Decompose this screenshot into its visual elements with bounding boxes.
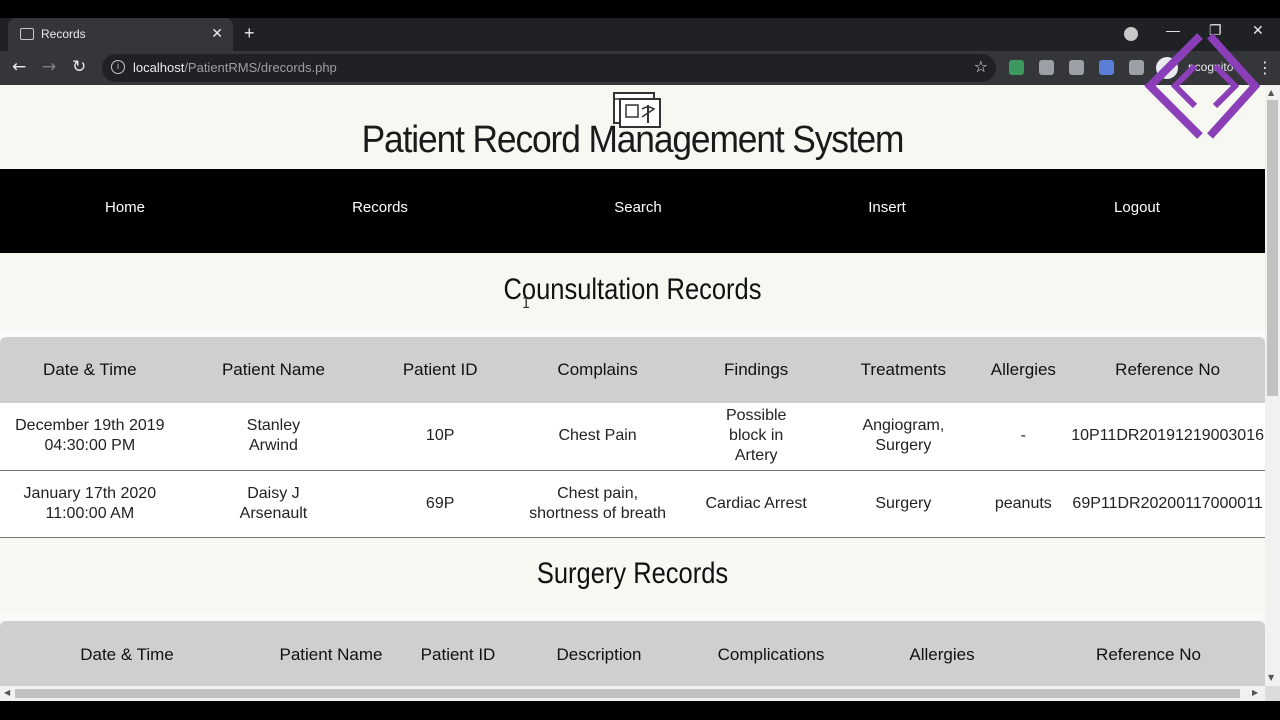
column-header: Allergies (976, 337, 1071, 403)
nav-logout[interactable]: Logout (1114, 199, 1160, 216)
vertical-scroll-thumb[interactable] (1267, 100, 1278, 396)
surgery-title: Surgery Records (536, 557, 729, 590)
table-cell: January 17th 2020 11:00:00 AM (0, 470, 180, 538)
pen-icon[interactable] (1099, 60, 1114, 75)
title-bar (0, 0, 1280, 18)
camera-icon[interactable] (1039, 60, 1054, 75)
column-header: Patient ID (367, 337, 514, 403)
scroll-down-icon[interactable]: ▼ (1268, 673, 1274, 682)
scroll-left-icon[interactable]: ◀ (4, 688, 10, 697)
browser-tab[interactable]: Records ✕ (8, 18, 233, 51)
column-header: Reference No (1032, 621, 1265, 686)
column-header: Date & Time (0, 337, 180, 403)
table-cell: 69P (367, 470, 514, 538)
table-cell: 10P11DR20191219003016 (1070, 403, 1265, 471)
column-header: Patient ID (408, 621, 508, 686)
table-cell: Surgery (830, 470, 977, 538)
column-header: Treatments (830, 337, 977, 403)
column-header: Allergies (852, 621, 1032, 686)
browser-chrome: Records ✕ + — ❐ ✕ ← → ↻ i localhost/Pati… (0, 0, 1280, 85)
table-cell: Chest Pain (513, 403, 683, 471)
consultation-table: Date & Time Patient Name Patient ID Comp… (0, 337, 1265, 538)
url-host: localhost (133, 60, 185, 75)
table-cell: peanuts (976, 470, 1071, 538)
section-divider (0, 614, 1265, 621)
site-title: Patient Record Management System (361, 119, 905, 161)
browser-toolbar: ← → ↻ i localhost/PatientRMS/drecords.ph… (0, 51, 1280, 85)
column-header: Description (508, 621, 690, 686)
column-header: Date & Time (0, 621, 254, 686)
table-cell: Possible block in Artery (682, 403, 831, 471)
tab-close-icon[interactable]: ✕ (211, 25, 223, 42)
table-cell: Daisy J Arsenault (179, 470, 368, 538)
nav-insert[interactable]: Insert (868, 199, 906, 216)
extension-icon[interactable] (1009, 60, 1024, 75)
table-cell: Chest pain, shortness of breath (513, 470, 683, 538)
table-row: January 17th 2020 11:00:00 AM Daisy J Ar… (0, 470, 1265, 538)
table-header-row: Date & Time Patient Name Patient ID Comp… (0, 337, 1265, 403)
table-cell: Cardiac Arrest (682, 470, 831, 538)
channel-logo-icon (1144, 33, 1260, 139)
horizontal-scroll-thumb[interactable] (15, 689, 1240, 698)
surgery-table: Date & Time Patient Name Patient ID Desc… (0, 621, 1265, 686)
table-cell: Stanley Arwind (179, 403, 368, 471)
main-nav: Home Records Search Insert Logout (0, 169, 1265, 253)
scroll-right-icon[interactable]: ▶ (1252, 688, 1258, 697)
table-header-row: Date & Time Patient Name Patient ID Desc… (0, 621, 1265, 686)
tab-search-icon[interactable] (1124, 27, 1138, 41)
tab-title: Records (41, 27, 86, 41)
address-bar[interactable]: i localhost/PatientRMS/drecords.php ☆ (102, 54, 996, 82)
page-favicon-icon (20, 28, 34, 40)
forward-icon[interactable]: → (42, 57, 56, 77)
table-cell: Angiogram, Surgery (830, 403, 977, 471)
column-header: Reference No (1070, 337, 1265, 403)
reload-icon[interactable]: ↻ (72, 57, 86, 77)
table-cell: December 19th 2019 04:30:00 PM (0, 403, 180, 471)
column-header: Findings (682, 337, 831, 403)
site-info-icon[interactable]: i (111, 60, 125, 74)
column-header: Complications (690, 621, 852, 686)
column-header: Patient Name (179, 337, 368, 403)
table-cell: 69P11DR20200117000011 (1070, 470, 1265, 538)
url-text: localhost/PatientRMS/drecords.php (133, 60, 337, 75)
url-path: /PatientRMS/drecords.php (184, 60, 337, 75)
text-cursor-icon: I (522, 296, 531, 312)
nav-home[interactable]: Home (105, 199, 145, 216)
scrollbar-corner (1265, 686, 1280, 701)
consultation-title: Counsultation Records (503, 273, 762, 306)
table-cell: 10P (367, 403, 514, 471)
page-viewport: Patient Record Management System Home Re… (0, 85, 1265, 686)
site-header: Patient Record Management System (0, 85, 1265, 169)
table-row: December 19th 2019 04:30:00 PM Stanley A… (0, 403, 1265, 471)
nav-search[interactable]: Search (614, 199, 662, 216)
column-header: Complains (513, 337, 683, 403)
horizontal-scrollbar[interactable]: ◀ ▶ (0, 686, 1265, 701)
column-header: Patient Name (254, 621, 408, 686)
extension-icon[interactable] (1069, 60, 1084, 75)
new-tab-icon[interactable]: + (244, 23, 255, 44)
table-cell: - (976, 403, 1071, 471)
back-icon[interactable]: ← (12, 57, 26, 77)
bookmark-star-icon[interactable]: ☆ (974, 57, 988, 76)
nav-records[interactable]: Records (352, 199, 408, 216)
scroll-up-icon[interactable]: ▲ (1268, 88, 1274, 97)
vertical-scrollbar[interactable]: ▲ ▼ (1265, 85, 1280, 686)
section-divider (0, 330, 1265, 337)
